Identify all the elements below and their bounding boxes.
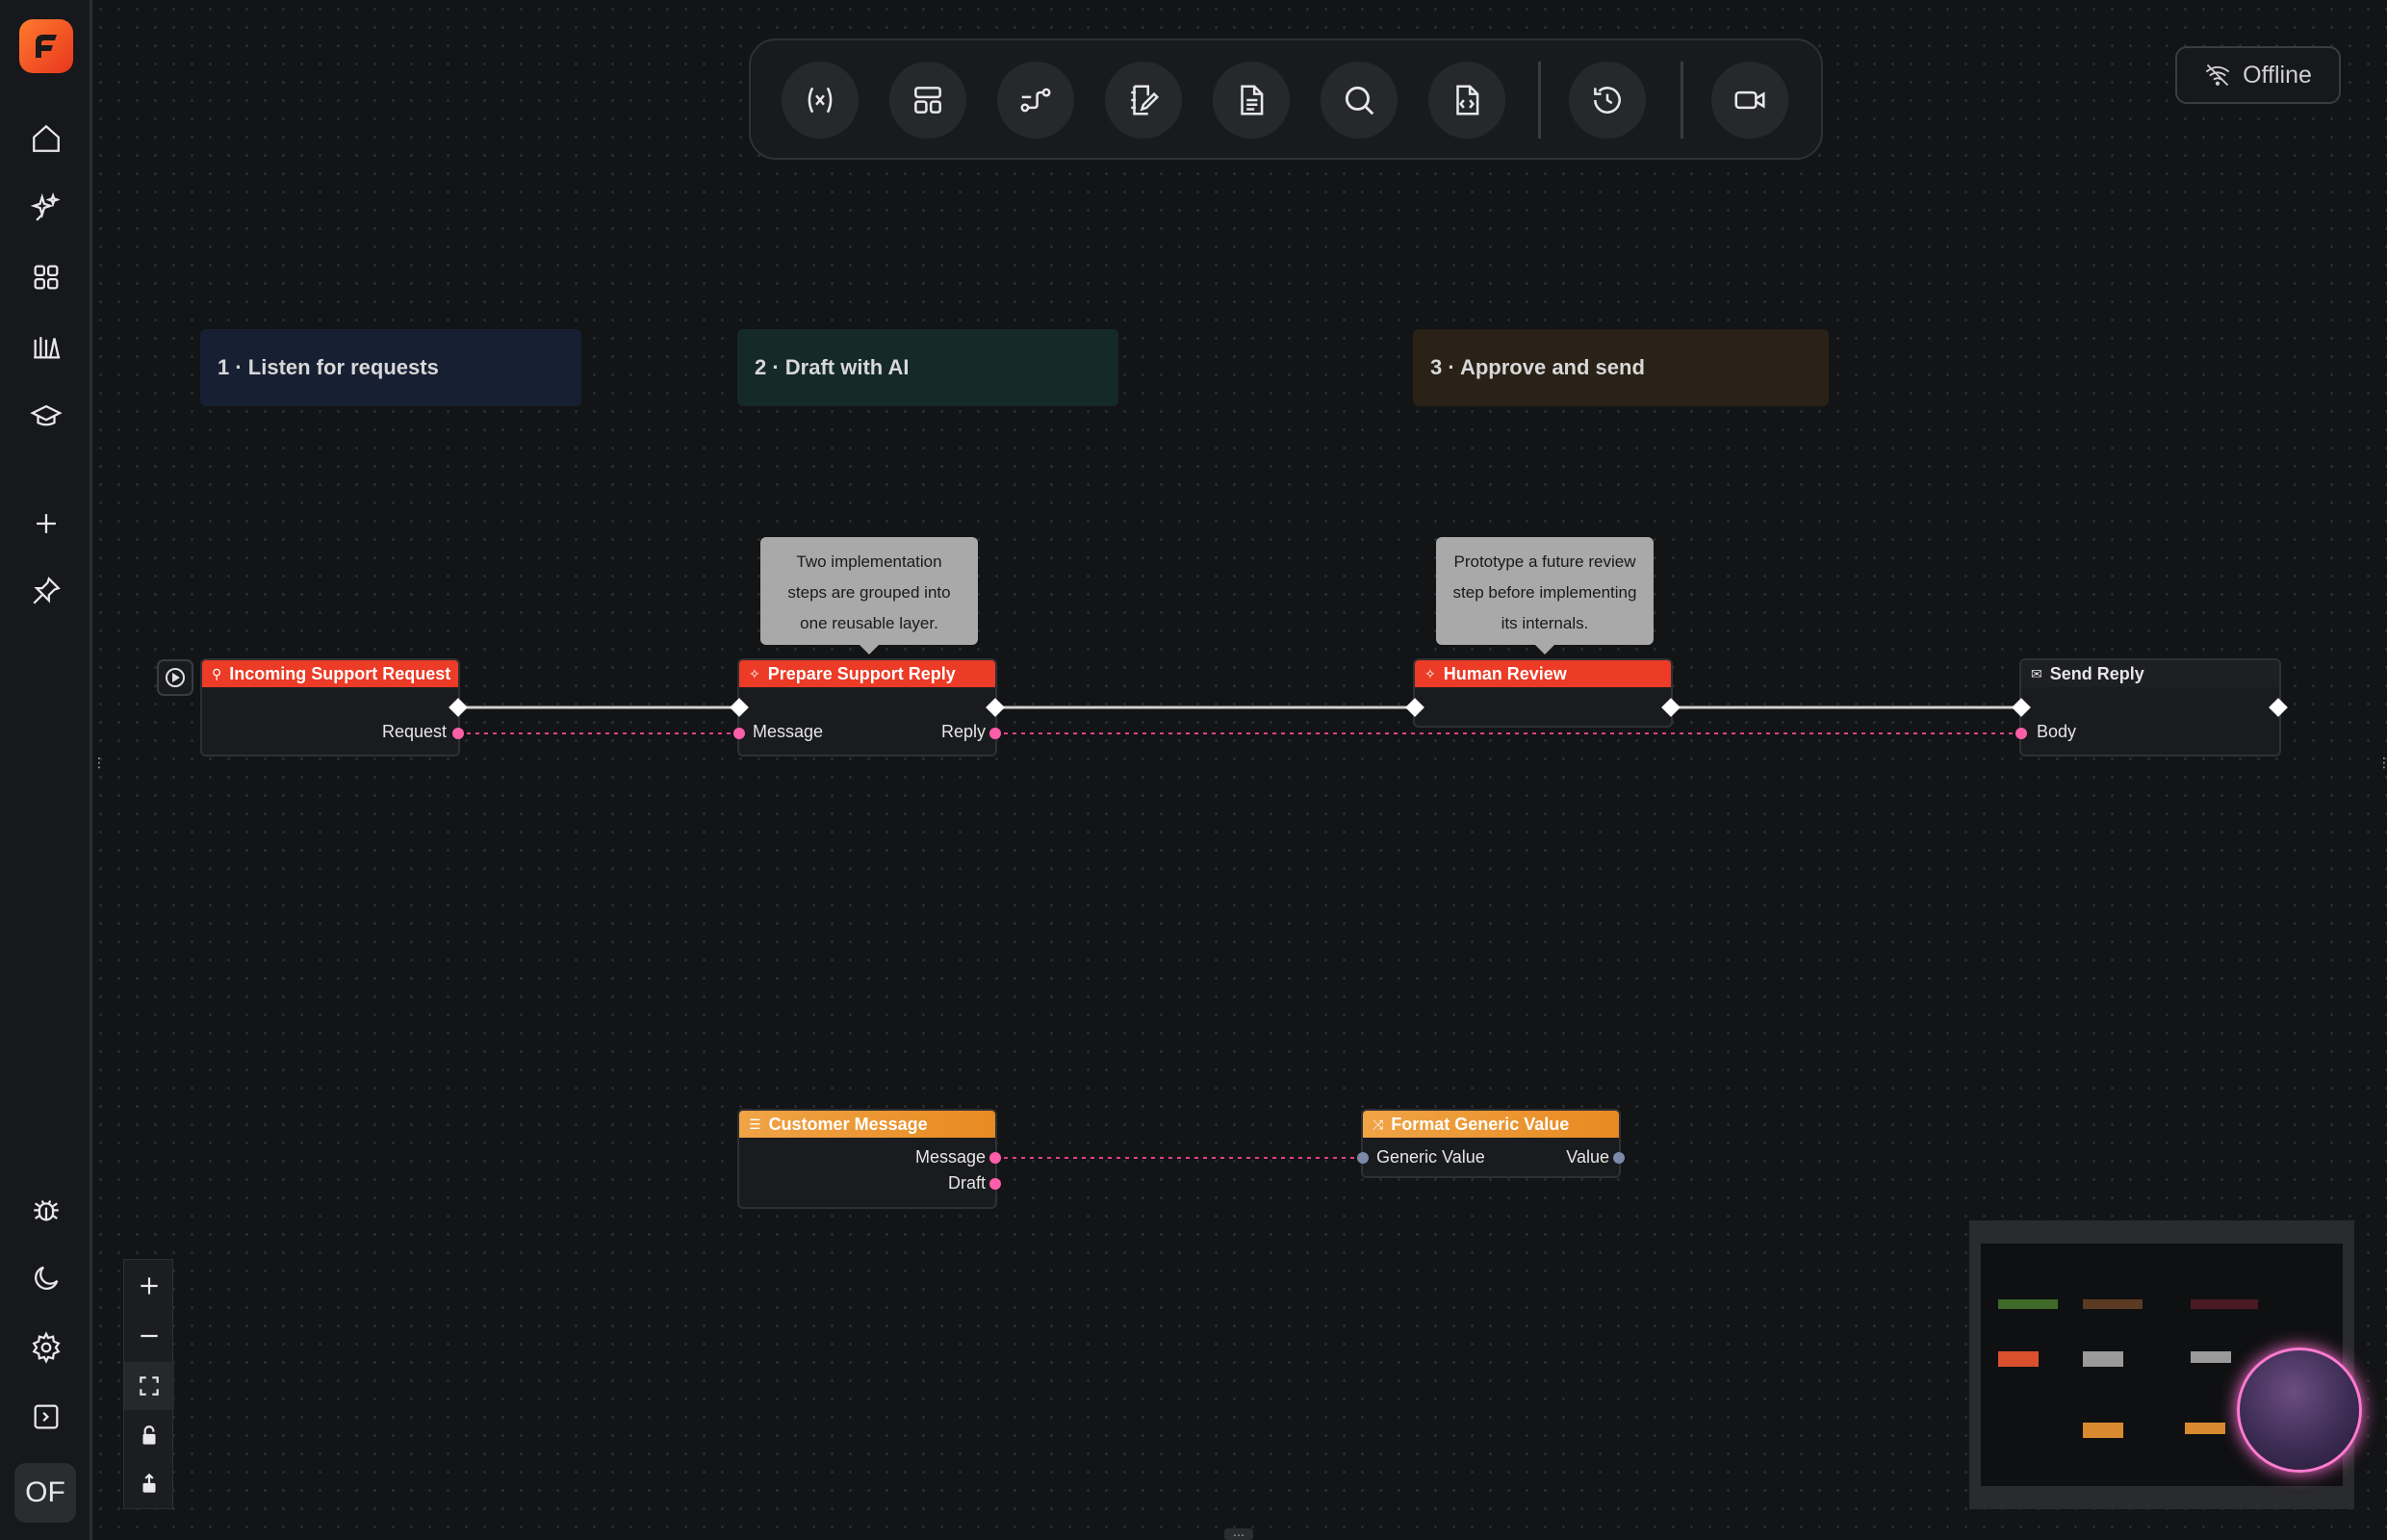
play-icon <box>166 668 185 687</box>
node-title: Send Reply <box>2049 663 2144 683</box>
note-line: one reusable layer. <box>800 614 938 632</box>
note-line: Prototype a future review <box>1453 552 1636 571</box>
node-header[interactable]: ⚲ Incoming Support Request <box>202 660 458 687</box>
data-ports <box>452 728 2027 1190</box>
toolbar-divider <box>1538 62 1541 139</box>
layout-icon[interactable] <box>889 62 966 139</box>
node-header[interactable]: ⤨ Format Generic Value <box>1363 1111 1619 1138</box>
node-header[interactable]: ✧ Human Review <box>1415 660 1671 687</box>
top-toolbar <box>749 38 1823 160</box>
zoom-in-icon[interactable] <box>124 1262 174 1310</box>
code-file-icon[interactable] <box>1428 62 1505 139</box>
node-header[interactable]: ☰ Customer Message <box>739 1111 995 1138</box>
sticky-note[interactable]: Prototype a future review step before im… <box>1436 537 1654 654</box>
search-icon[interactable] <box>1321 62 1398 139</box>
port-label-request: Request <box>381 722 447 741</box>
bottom-panel-handle[interactable]: … <box>1224 1527 1253 1540</box>
sticky-note[interactable]: Two implementation steps are grouped int… <box>760 537 978 654</box>
assistant-orb-button[interactable] <box>2237 1348 2362 1473</box>
panel-expand-icon[interactable] <box>23 1394 69 1440</box>
logo-icon <box>36 35 57 58</box>
group-approve[interactable]: 3 · Approve and send <box>1413 329 1829 406</box>
note-line: Two implementation <box>796 552 942 571</box>
lock-icon[interactable] <box>124 1412 174 1460</box>
graduation-cap-icon[interactable] <box>23 393 69 439</box>
group-listen[interactable]: 1 · Listen for requests <box>200 329 581 406</box>
connection-icon[interactable] <box>997 62 1074 139</box>
port-label-generic-value: Generic Value <box>1376 1147 1485 1167</box>
history-icon[interactable] <box>1569 62 1646 139</box>
text-lines-icon: ☰ <box>749 1116 761 1132</box>
home-icon[interactable] <box>23 116 69 162</box>
exec-ports <box>449 698 2288 717</box>
minimap-node <box>2185 1423 2225 1434</box>
group-draft[interactable]: 2 · Draft with AI <box>737 329 1118 406</box>
document-icon[interactable] <box>1213 62 1290 139</box>
layer-icon: ✧ <box>749 665 760 681</box>
minimap-node <box>2083 1351 2123 1367</box>
node-title: Customer Message <box>768 1114 928 1134</box>
node-title: Incoming Support Request <box>229 663 451 683</box>
minimap-node <box>1998 1351 2039 1367</box>
node-header[interactable]: ✉ Send Reply <box>2021 660 2279 687</box>
resize-handle[interactable]: ⋮ <box>92 757 106 780</box>
toolbar-divider <box>1681 62 1683 139</box>
minimap-node <box>2083 1423 2123 1438</box>
moon-icon[interactable] <box>23 1255 69 1301</box>
plus-icon[interactable] <box>23 500 69 547</box>
shuffle-icon: ⤨ <box>1373 1116 1384 1132</box>
minimap-group <box>1998 1299 2058 1309</box>
offline-label: Offline <box>2243 61 2312 89</box>
trigger-icon: ⚲ <box>212 665 222 681</box>
resize-handle[interactable]: ⋮ <box>2377 757 2387 780</box>
pin-icon[interactable] <box>23 568 69 614</box>
node-human-review[interactable]: ✧ Human Review <box>1413 658 1673 728</box>
bug-icon[interactable] <box>23 1186 69 1232</box>
node-title: Format Generic Value <box>1391 1114 1570 1134</box>
sparkles-icon[interactable] <box>23 185 69 231</box>
port-label-reply: Reply <box>940 722 986 741</box>
note-line: steps are grouped into <box>787 583 951 602</box>
offline-status-button[interactable]: Offline <box>2175 46 2341 104</box>
mail-icon: ✉ <box>2031 665 2042 681</box>
notebook-edit-icon[interactable] <box>1105 62 1182 139</box>
library-icon[interactable] <box>23 323 69 370</box>
sidebar: OF <box>0 0 92 1540</box>
port-label-value: Value <box>1566 1147 1609 1167</box>
app-logo[interactable] <box>19 19 73 73</box>
layer-icon: ✧ <box>1424 665 1436 681</box>
minimap-group <box>2191 1299 2258 1309</box>
gear-icon[interactable] <box>23 1324 69 1371</box>
zoom-out-icon[interactable] <box>124 1312 174 1360</box>
port-label-message: Message <box>914 1147 986 1167</box>
node-title: Prepare Support Reply <box>767 663 956 683</box>
wifi-off-icon <box>2205 64 2230 87</box>
node-title: Human Review <box>1443 663 1567 683</box>
run-button[interactable] <box>157 659 193 696</box>
note-line: its internals. <box>1501 614 1589 632</box>
zoom-controls <box>123 1259 174 1509</box>
minimap-node <box>2191 1351 2231 1363</box>
grid-icon[interactable] <box>23 254 69 300</box>
node-format-generic-value[interactable]: ⤨ Format Generic Value <box>1361 1109 1621 1178</box>
port-label-draft: Draft <box>947 1173 986 1193</box>
export-icon[interactable] <box>124 1460 174 1508</box>
fit-view-icon[interactable] <box>124 1362 174 1410</box>
data-wires <box>458 732 2021 1159</box>
note-line: step before implementing <box>1452 583 1637 602</box>
node-header[interactable]: ✧ Prepare Support Reply <box>739 660 995 687</box>
variable-icon[interactable] <box>782 62 859 139</box>
avatar[interactable]: OF <box>14 1463 76 1523</box>
video-icon[interactable] <box>1711 62 1788 139</box>
port-label-body: Body <box>2037 722 2077 741</box>
minimap-group <box>2083 1299 2143 1309</box>
port-label-message: Message <box>753 722 824 741</box>
